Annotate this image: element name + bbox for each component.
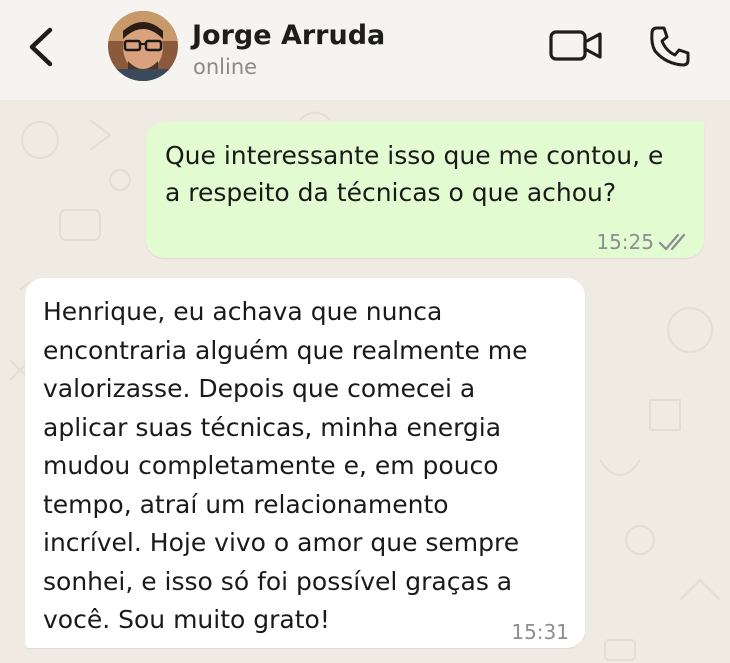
message-text: Que interessante isso que me contou, e a…: [165, 141, 664, 207]
video-call-icon[interactable]: [548, 26, 604, 66]
chat-header: Jorge Arruda online: [0, 0, 730, 100]
contact-status: online: [193, 55, 258, 79]
voice-call-icon[interactable]: [648, 24, 692, 68]
outgoing-message[interactable]: Que interessante isso que me contou, e a…: [146, 122, 704, 258]
back-icon[interactable]: [22, 22, 62, 72]
message-text: Henrique, eu achava que nunca encontrari…: [43, 297, 528, 634]
message-time: 15:25: [596, 230, 654, 254]
incoming-message[interactable]: Henrique, eu achava que nunca encontrari…: [25, 278, 585, 648]
message-time: 15:31: [511, 620, 569, 644]
double-check-icon: [658, 233, 686, 251]
contact-name[interactable]: Jorge Arruda: [192, 20, 385, 51]
avatar[interactable]: [108, 11, 178, 81]
